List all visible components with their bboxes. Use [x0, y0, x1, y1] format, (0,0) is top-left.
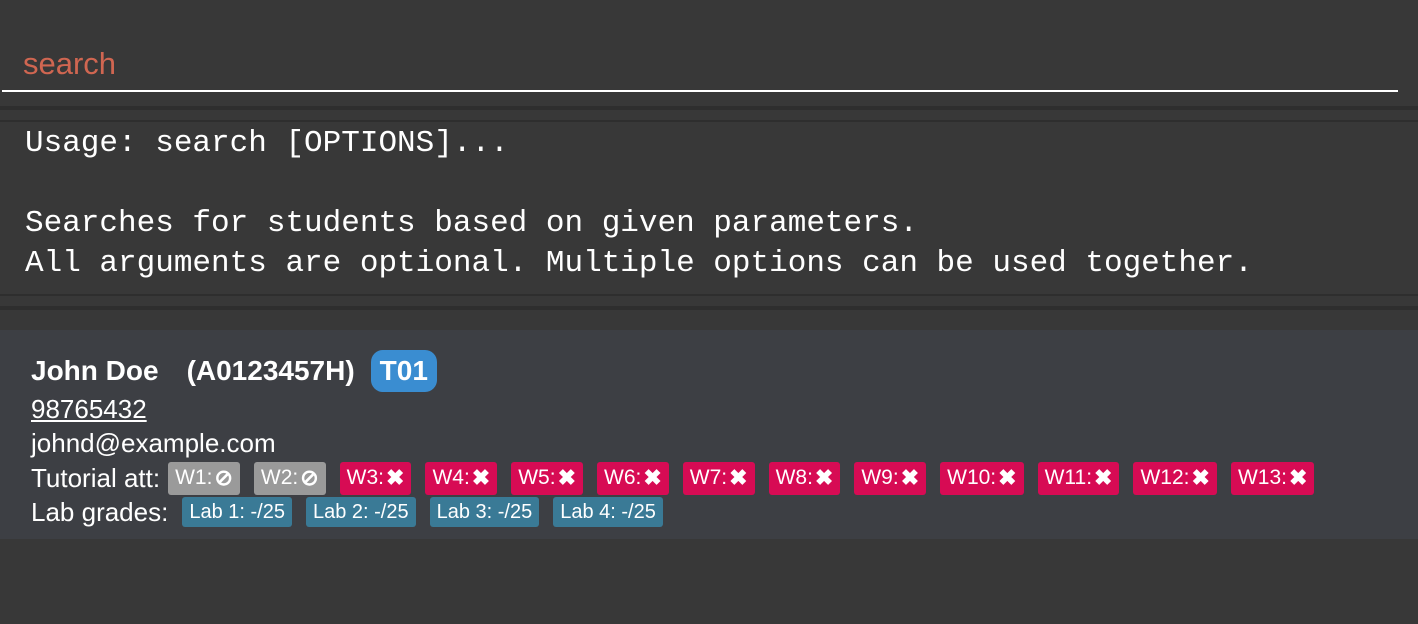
attendance-week-label: W9: — [861, 466, 899, 489]
absent-x-icon: ✖ — [386, 465, 405, 490]
attendance-chip-w9: W9: ✖ — [854, 461, 927, 495]
attendance-week-label: W4: — [432, 466, 470, 489]
result-line: All arguments are optional. Multiple opt… — [25, 246, 1253, 281]
absent-x-icon: ✖ — [557, 465, 576, 490]
email-address: johnd@example.com — [31, 428, 276, 458]
absent-x-icon: ✖ — [998, 465, 1017, 490]
attendance-week-label: W3: — [346, 466, 384, 489]
divider — [0, 106, 1418, 110]
attendance-week-label: W11: — [1044, 466, 1093, 489]
attendance-chip-w1: W1: ⊘ — [168, 461, 240, 495]
absent-x-icon: ✖ — [643, 465, 662, 490]
name-row: John Doe (A0123457H) T01 — [31, 350, 437, 392]
attendance-chip-w3: W3: ✖ — [339, 461, 412, 495]
lab-grade-chip-4: Lab 4: -/25 — [553, 497, 663, 527]
absent-x-icon: ✖ — [900, 465, 920, 490]
result-line: Searches for students based on given par… — [25, 206, 918, 241]
attendance-week-label: W6: — [604, 466, 642, 489]
phone-number: 98765432 — [31, 394, 147, 424]
attendance-chip-w13: W13: ✖ — [1230, 461, 1315, 495]
lab-grade-chip-3: Lab 3: -/25 — [429, 497, 540, 527]
divider — [0, 306, 1418, 310]
lab-grade-chips: Lab 1: -/25 Lab 2: -/25 Lab 3: -/25 Lab 4: … — [182, 497, 677, 527]
attendance-chip-w10: W10: ✖ — [940, 461, 1024, 495]
attendance-chip-w12: W12: ✖ — [1133, 461, 1217, 495]
attendance-chip-w8: W8: ✖ — [768, 461, 841, 495]
lab-grade-chip-2: Lab 2: -/25 — [305, 497, 416, 527]
attendance-week-label: W8: — [775, 466, 813, 489]
attendance-week-label: W5: — [518, 466, 556, 489]
attendance-chip-w4: W4: ✖ — [425, 461, 498, 495]
attendance-chip-w2: W2: ⊘ — [253, 461, 326, 495]
attendance-chip-w7: W7: ✖ — [682, 461, 755, 495]
lab-grade-chip-1: Lab 1: -/25 — [182, 497, 292, 527]
attendance-chip-w6: W6: ✖ — [597, 461, 669, 495]
lab-grades-label: Lab grades: — [31, 496, 169, 527]
absent-x-icon: ✖ — [814, 465, 834, 490]
attendance-row: Tutorial att: W1: ⊘ W2: ⊘ W3: ✖ W4: ✖ W5: ✖ W6: ✖ W7… — [31, 461, 1328, 495]
person-card[interactable]: John Doe (A0123457H) T01 98765432 johnd@… — [0, 330, 1418, 539]
attendance-chip-w5: W5: ✖ — [511, 461, 583, 495]
absent-x-icon: ✖ — [729, 465, 748, 490]
student-id: (A0123457H) — [186, 355, 355, 386]
attendance-week-label: W7: — [689, 466, 728, 489]
attendance-week-label: W10: — [947, 466, 997, 489]
not-applicable-icon: ⊘ — [300, 465, 319, 490]
absent-x-icon: ✖ — [471, 465, 491, 490]
command-input[interactable] — [2, 38, 1398, 92]
absent-x-icon: ✖ — [1288, 465, 1308, 490]
lab-grades-row: Lab grades: Lab 1: -/25 Lab 2: -/25 Lab 3:… — [31, 496, 677, 528]
not-applicable-icon: ⊘ — [214, 465, 233, 490]
tutorial-badge: T01 — [370, 350, 437, 392]
absent-x-icon: ✖ — [1094, 465, 1113, 490]
attendance-chips: W1: ⊘ W2: ⊘ W3: ✖ W4: ✖ W5: ✖ W6: ✖ W7: ✖ W8: ✖ W9: ✖ W10:… — [168, 461, 1328, 495]
attendance-week-label: W2: — [260, 466, 299, 489]
attendance-label: Tutorial att: — [31, 462, 161, 493]
absent-x-icon: ✖ — [1191, 465, 1210, 490]
command-box — [0, 14, 1418, 96]
result-display: Usage: search [OPTIONS]... Searches for … — [0, 120, 1418, 296]
attendance-chip-w11: W11: ✖ — [1037, 461, 1120, 495]
attendance-week-label: W12: — [1140, 466, 1190, 489]
result-line: Usage: search [OPTIONS]... — [25, 126, 509, 161]
attendance-week-label: W1: — [175, 466, 213, 489]
attendance-week-label: W13: — [1237, 466, 1287, 489]
person-name: John Doe — [31, 355, 159, 386]
